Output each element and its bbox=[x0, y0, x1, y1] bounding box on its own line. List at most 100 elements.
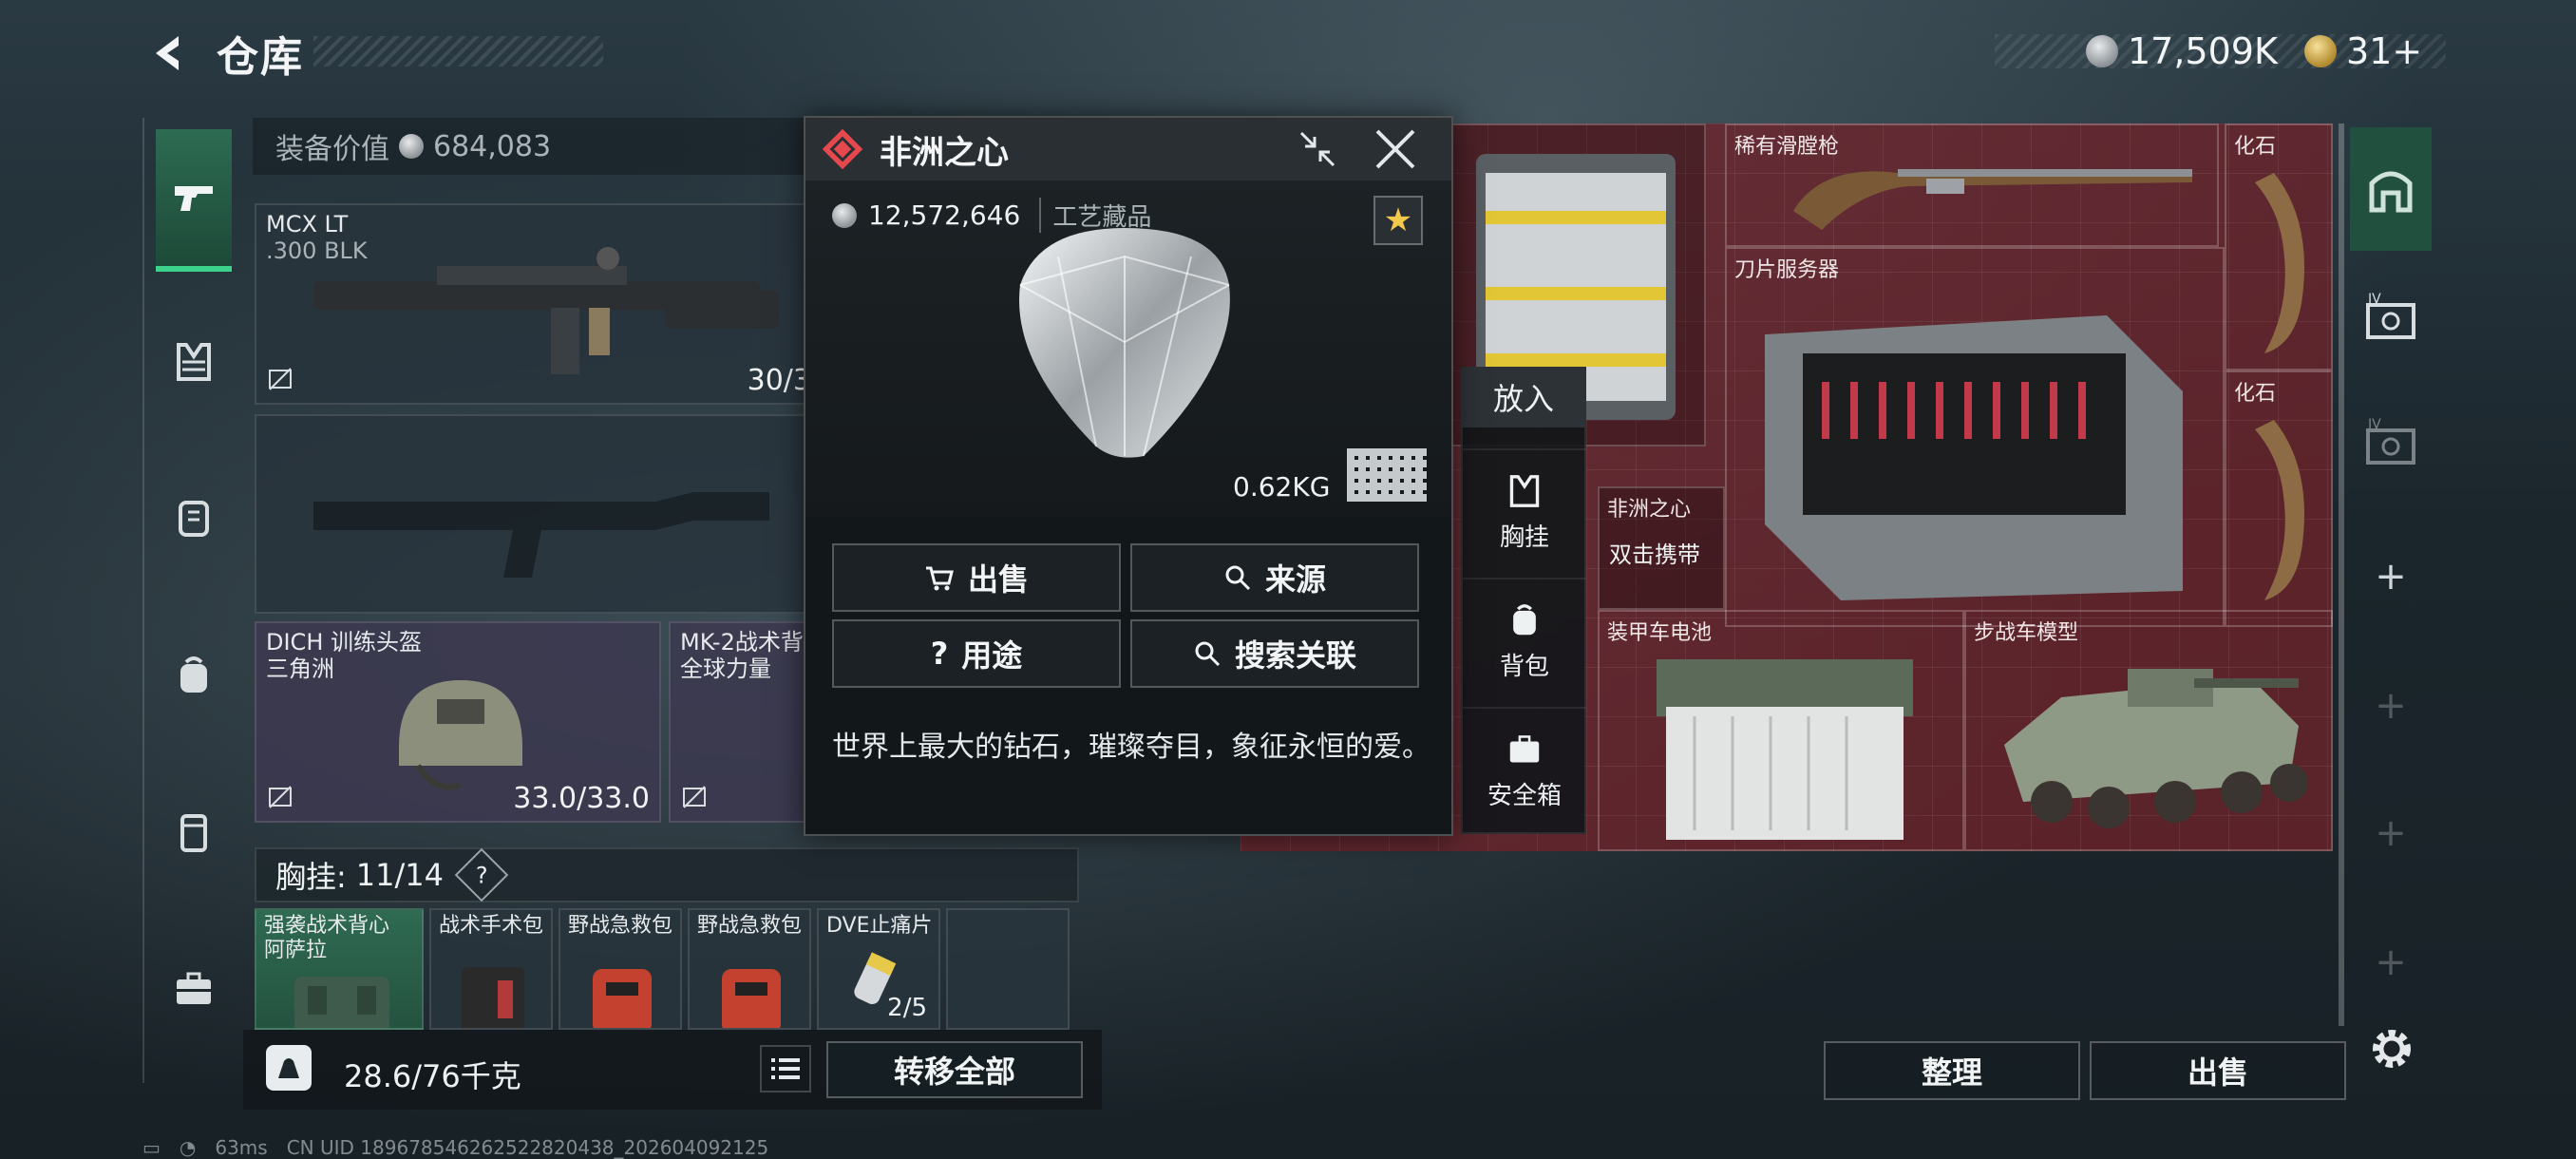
first-aid-image bbox=[722, 969, 781, 1028]
sell-item-button[interactable]: 出售 bbox=[832, 543, 1121, 612]
ifv-image bbox=[2004, 669, 2308, 828]
tab-armor[interactable] bbox=[156, 446, 232, 589]
item-detail-popup: 非洲之心 12,572,646 工艺藏品 ★ 0.62KG 出售 来源 ? 用途… bbox=[804, 116, 1453, 836]
currency-secondary-value: 31+ bbox=[2346, 30, 2423, 72]
stash-item-blade-server[interactable]: 刀片服务器 bbox=[1725, 247, 2225, 627]
tab-safebox[interactable] bbox=[156, 918, 232, 1060]
currency-primary-value: 17,509K bbox=[2128, 30, 2278, 72]
silver-coin-icon bbox=[399, 134, 424, 159]
helmet-name: DICH 训练头盔 bbox=[266, 629, 422, 656]
backpack-icon bbox=[1513, 603, 1536, 635]
put-in-backpack-label: 背包 bbox=[1499, 652, 1549, 681]
double-click-hint: 双击携带 bbox=[1609, 542, 1700, 568]
equipment-value: 装备价值 684,083 bbox=[253, 118, 823, 175]
chest-item-surgery-kit[interactable]: 战术手术包 bbox=[429, 908, 553, 1030]
transfer-all-button[interactable]: 转移全部 bbox=[826, 1041, 1083, 1098]
weapon-ammo: 30/3 bbox=[747, 364, 811, 397]
list-view-button[interactable] bbox=[760, 1045, 811, 1092]
put-in-safebox-button[interactable]: 安全箱 bbox=[1463, 707, 1586, 830]
helmet-slot[interactable]: DICH 训练头盔 三角洲 33.0/33.0 bbox=[255, 621, 661, 823]
search-related-label: 搜索关联 bbox=[1234, 637, 1356, 674]
back-button[interactable] bbox=[142, 27, 196, 80]
item-description: 世界上最大的钻石，璀璨夺目，象征永恒的爱。 bbox=[832, 731, 1430, 764]
chest-empty-slot[interactable] bbox=[946, 908, 1070, 1030]
category-tab-strip bbox=[142, 118, 241, 1083]
stash-scrollbar[interactable] bbox=[2339, 124, 2344, 1026]
tab-chest-rig[interactable] bbox=[156, 291, 232, 433]
silver-coin-icon bbox=[2086, 35, 2118, 67]
svg-text:IV: IV bbox=[2368, 417, 2381, 432]
stash-item-armored-battery[interactable]: 装甲车电池 bbox=[1598, 610, 1964, 851]
equipment-value-label: 装备价值 bbox=[275, 133, 389, 166]
popup-title: 非洲之心 bbox=[880, 133, 1009, 172]
chest-item-sub: 阿萨拉 bbox=[264, 939, 328, 962]
stash-item-rare-musket[interactable]: 稀有滑膛枪 bbox=[1725, 124, 2219, 247]
wifi-icon: ◔ bbox=[179, 1136, 197, 1159]
chest-item-first-aid-1[interactable]: 野战急救包 bbox=[559, 908, 682, 1030]
organize-button[interactable]: 整理 bbox=[1824, 1041, 2080, 1100]
no-insure-icon bbox=[683, 786, 706, 808]
currency-secondary[interactable]: 31+ bbox=[2304, 28, 2422, 74]
put-in-header: 放入 bbox=[1461, 367, 1586, 428]
close-icon bbox=[1375, 129, 1415, 169]
locked-stash-slot: + bbox=[2350, 644, 2432, 768]
vest-image bbox=[294, 977, 389, 1028]
collapse-button[interactable] bbox=[1294, 125, 1341, 173]
locked-stash-slot: + bbox=[2350, 901, 2432, 1024]
chest-item-first-aid-2[interactable]: 野战急救包 bbox=[688, 908, 811, 1030]
item-label: 非洲之心 bbox=[1607, 498, 1692, 522]
currency-primary[interactable]: 17,509K bbox=[2086, 28, 2278, 74]
stash-item-fossil-2[interactable]: 化石 bbox=[2225, 370, 2333, 627]
settings-button[interactable] bbox=[2365, 1022, 2418, 1075]
svg-text:IV: IV bbox=[2368, 292, 2381, 307]
put-in-chest-button[interactable]: 胸挂 bbox=[1463, 448, 1586, 572]
claw-fossil-image bbox=[2255, 420, 2304, 600]
help-icon[interactable]: ? bbox=[454, 847, 509, 902]
close-button[interactable] bbox=[1372, 125, 1423, 173]
ping-value: 63ms bbox=[215, 1136, 268, 1159]
primary-weapon-slot[interactable]: MCX LT .300 BLK 30/3 bbox=[255, 203, 823, 405]
star-icon: ★ bbox=[1383, 201, 1413, 239]
chest-item-name: 野战急救包 bbox=[697, 914, 803, 938]
pouch-icon bbox=[180, 814, 207, 852]
add-stash-button[interactable]: + bbox=[2350, 515, 2432, 638]
page-title: 仓库 bbox=[217, 33, 304, 82]
item-category: 工艺藏品 bbox=[1039, 198, 1151, 233]
favorite-button[interactable]: ★ bbox=[1373, 196, 1423, 245]
put-in-backpack-button[interactable]: 背包 bbox=[1463, 578, 1586, 701]
stash-item-ifv-model[interactable]: 步战车模型 bbox=[1964, 610, 2333, 851]
put-in-chest-label: 胸挂 bbox=[1499, 522, 1549, 552]
put-in-panel: 胸挂 背包 安全箱 bbox=[1461, 367, 1586, 834]
rifle-silhouette-icon bbox=[313, 492, 769, 578]
usage-button[interactable]: ? 用途 bbox=[832, 619, 1121, 688]
tab-weapons[interactable] bbox=[156, 129, 232, 272]
usage-label: 用途 bbox=[961, 637, 1023, 674]
armor-slot[interactable]: MK-2战术背心 全球力量 bbox=[669, 621, 826, 823]
locked-stash-slot: + bbox=[2350, 771, 2432, 895]
stash-tab-main[interactable] bbox=[2350, 127, 2432, 251]
stash-tab-2[interactable]: IV bbox=[2350, 256, 2432, 380]
stash-item-heart-of-africa[interactable]: 非洲之心 双击携带 bbox=[1598, 486, 1725, 610]
sell-stash-button[interactable]: 出售 bbox=[2090, 1041, 2346, 1100]
rarity-diamond-icon bbox=[822, 128, 863, 170]
stash-item-fossil-1[interactable]: 化石 bbox=[2225, 124, 2333, 370]
item-price: 12,572,646 bbox=[868, 200, 1021, 231]
tab-pouch[interactable] bbox=[156, 762, 232, 904]
item-label: 化石 bbox=[2234, 382, 2277, 406]
diamond-image bbox=[1019, 228, 1230, 458]
plus-icon: + bbox=[2375, 684, 2407, 728]
stash-tab-3[interactable]: IV bbox=[2350, 382, 2432, 505]
search-related-button[interactable]: 搜索关联 bbox=[1130, 619, 1419, 688]
chest-rig-bar: 胸挂: 11/14 ? bbox=[255, 847, 1079, 902]
secondary-weapon-slot[interactable] bbox=[255, 414, 823, 614]
first-aid-image bbox=[593, 969, 652, 1028]
chest-rig-icon bbox=[177, 343, 211, 381]
chest-item-name: 野战急救包 bbox=[568, 914, 673, 938]
plus-icon: + bbox=[2375, 555, 2407, 598]
chest-item-painkiller[interactable]: DVE止痛片 2/5 bbox=[817, 908, 940, 1030]
tab-backpack[interactable] bbox=[156, 604, 232, 747]
rifle-image bbox=[313, 247, 779, 374]
source-label: 来源 bbox=[1264, 561, 1326, 598]
source-button[interactable]: 来源 bbox=[1130, 543, 1419, 612]
chest-item-vest[interactable]: 强袭战术背心 阿萨拉 bbox=[255, 908, 424, 1030]
